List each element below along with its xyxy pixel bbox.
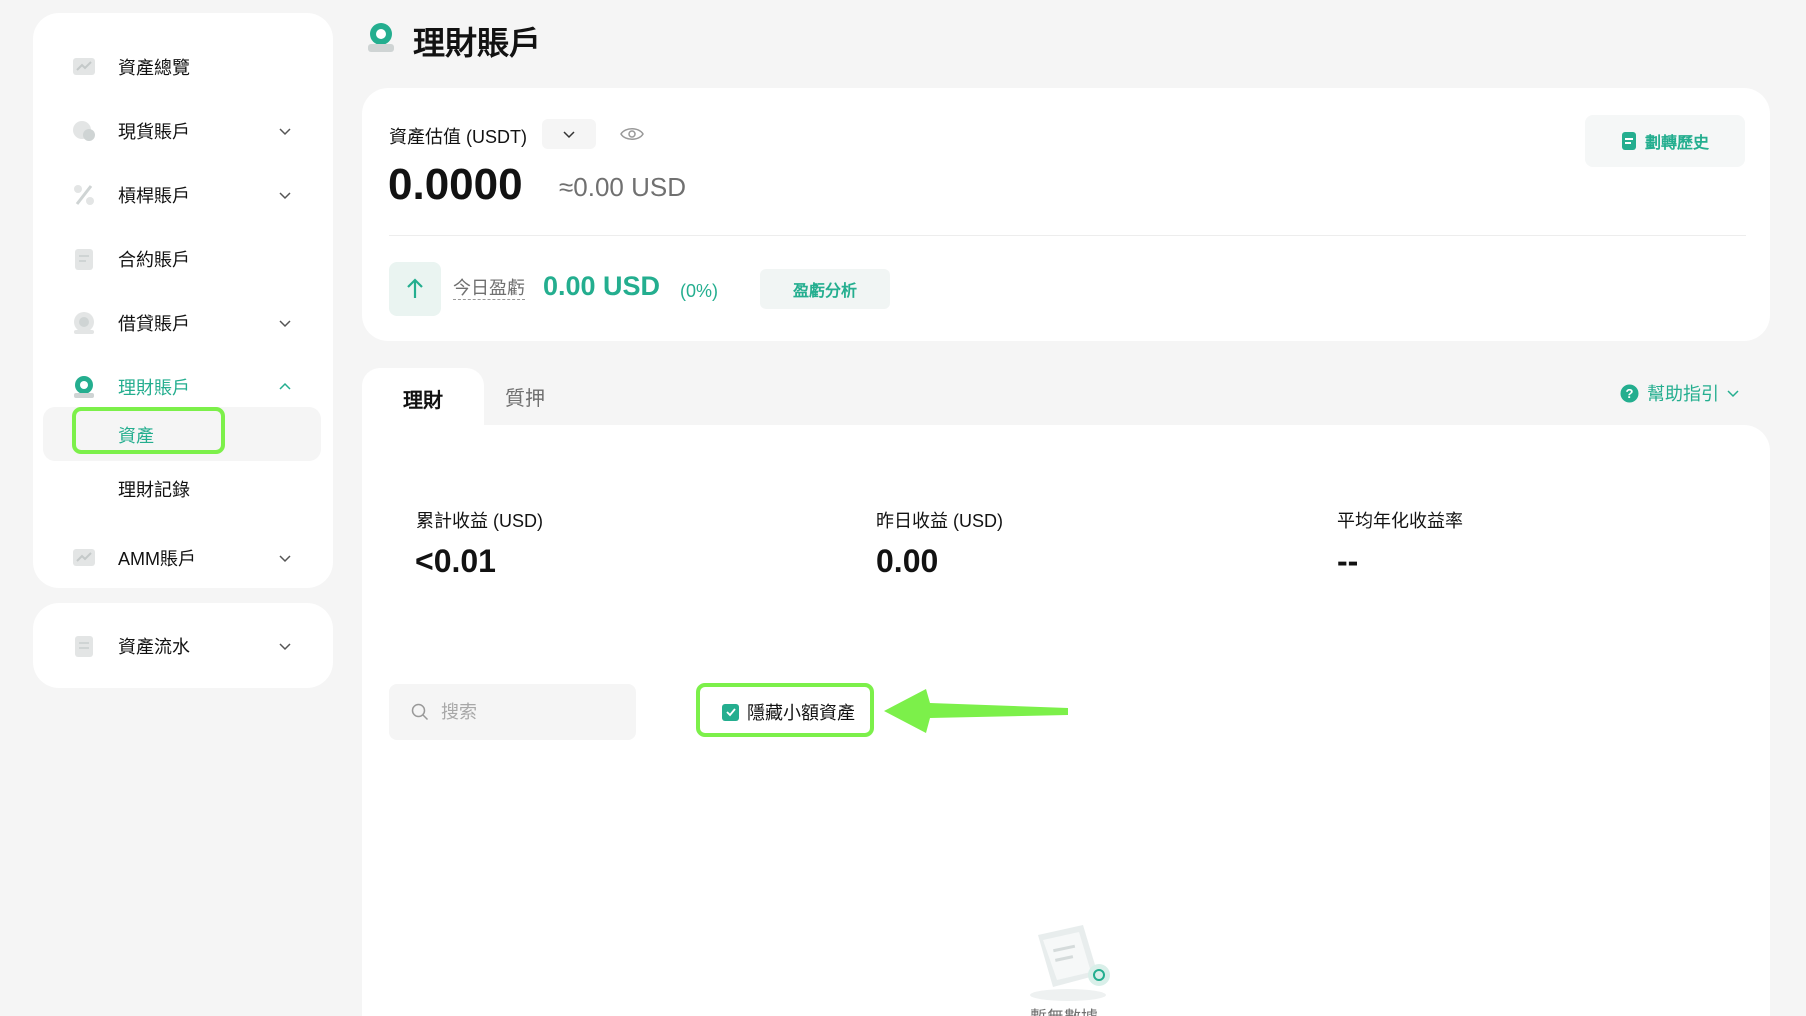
- search-box: [389, 684, 636, 740]
- balance-approx-usd: ≈0.00 USD: [559, 172, 686, 202]
- arrow-up-icon: [407, 278, 423, 298]
- stat-avg-apr-value: --: [1337, 543, 1359, 579]
- stat-total-earnings-label: 累計收益 (USD): [416, 511, 543, 531]
- earn-icon: [368, 23, 394, 52]
- coins-icon: [73, 121, 95, 141]
- annotation-arrow-icon: [884, 689, 1068, 733]
- today-pnl-value: 0.00 USD: [543, 271, 661, 301]
- svg-text:?: ?: [1626, 386, 1634, 401]
- today-pnl-label[interactable]: 今日盈虧: [453, 277, 525, 300]
- sidebar-item-label: 資產流水: [118, 637, 190, 657]
- sidebar-item-asset-flow[interactable]: 資產流水: [33, 621, 333, 671]
- stat-yesterday-earnings-label: 昨日收益 (USD): [876, 511, 1003, 531]
- tab-earn[interactable]: 理財: [362, 368, 484, 428]
- earn-icon: [74, 376, 94, 398]
- sidebar-flow-card: 資產流水: [33, 603, 333, 688]
- asset-summary-card: 資產估值 (USDT) 0.0000 ≈0.00 USD 劃轉歷史 今日盈虧 0…: [362, 88, 1770, 341]
- chevron-up-icon: [279, 382, 291, 390]
- stat-yesterday-earnings-value: 0.00: [876, 543, 939, 579]
- stat-total-earnings-value: <0.01: [415, 543, 496, 579]
- amm-icon: [73, 549, 95, 566]
- sidebar-item-label: 合約賬戶: [118, 250, 190, 270]
- sidebar-item-futures[interactable]: 合約賬戶: [33, 234, 333, 284]
- sidebar-item-label: 理財賬戶: [118, 378, 190, 398]
- balance-value: 0.0000: [388, 160, 523, 209]
- pnl-trend-indicator: [389, 262, 441, 316]
- eye-icon[interactable]: [620, 125, 644, 143]
- empty-data-text: 暫無數據: [1030, 1003, 1098, 1016]
- help-guide-label: 幫助指引: [1647, 384, 1719, 404]
- sidebar-subitem-earn-records[interactable]: 理財記錄: [118, 476, 190, 502]
- sidebar-item-loan[interactable]: 借貸賬戶: [33, 298, 333, 348]
- divider: [389, 235, 1746, 236]
- sidebar-item-margin[interactable]: 槓桿賬戶: [33, 170, 333, 220]
- chevron-down-icon: [1727, 390, 1739, 398]
- today-pnl-percent: (0%): [680, 281, 719, 301]
- transfer-history-button[interactable]: 劃轉歷史: [1585, 115, 1745, 167]
- chevron-down-icon: [563, 131, 575, 139]
- highlight-box: [696, 683, 874, 737]
- contract-icon: [75, 249, 93, 270]
- search-icon: [411, 703, 429, 721]
- sidebar-item-amm[interactable]: AMM賬戶: [33, 533, 333, 583]
- stat-avg-apr-label: 平均年化收益率: [1337, 511, 1463, 531]
- sidebar-item-spot[interactable]: 現貨賬戶: [33, 106, 333, 156]
- chart-icon: [73, 58, 95, 75]
- percent-icon: [74, 185, 94, 205]
- question-icon: ?: [1620, 384, 1639, 402]
- sidebar-item-label: 資產總覽: [118, 58, 190, 78]
- highlight-box: [72, 407, 225, 454]
- sidebar-item-earn[interactable]: 理財賬戶: [33, 362, 333, 412]
- document-icon: [1621, 132, 1636, 150]
- search-input[interactable]: [441, 701, 621, 723]
- chevron-down-icon: [279, 643, 291, 651]
- sidebar-item-overview[interactable]: 資產總覽: [33, 42, 333, 92]
- page-title: 理財賬戶: [413, 25, 542, 61]
- chevron-down-icon: [279, 320, 291, 328]
- sidebar-item-label: 槓桿賬戶: [118, 186, 190, 206]
- transfer-history-label: 劃轉歷史: [1644, 135, 1709, 152]
- help-guide-link[interactable]: ? 幫助指引: [1620, 380, 1739, 406]
- sidebar-item-label: 借貸賬戶: [118, 314, 190, 334]
- loan-icon: [74, 312, 94, 334]
- chevron-down-icon: [279, 555, 291, 563]
- chevron-down-icon: [279, 128, 291, 136]
- tab-staking[interactable]: 質押: [505, 382, 545, 411]
- asset-estimate-label: 資產估值 (USDT): [389, 127, 527, 147]
- currency-select[interactable]: [542, 119, 596, 149]
- pnl-analysis-button[interactable]: 盈虧分析: [760, 269, 890, 309]
- chevron-down-icon: [279, 192, 291, 200]
- ledger-icon: [75, 636, 93, 657]
- sidebar-item-label: 現貨賬戶: [118, 122, 190, 142]
- empty-data-icon: [1030, 925, 1110, 1001]
- sidebar-item-label: AMM賬戶: [118, 549, 196, 569]
- sidebar: 資產總覽 現貨賬戶 槓桿賬戶 合約賬戶 借貸賬戶 理財賬戶 資產 理財記錄 AM…: [33, 13, 333, 588]
